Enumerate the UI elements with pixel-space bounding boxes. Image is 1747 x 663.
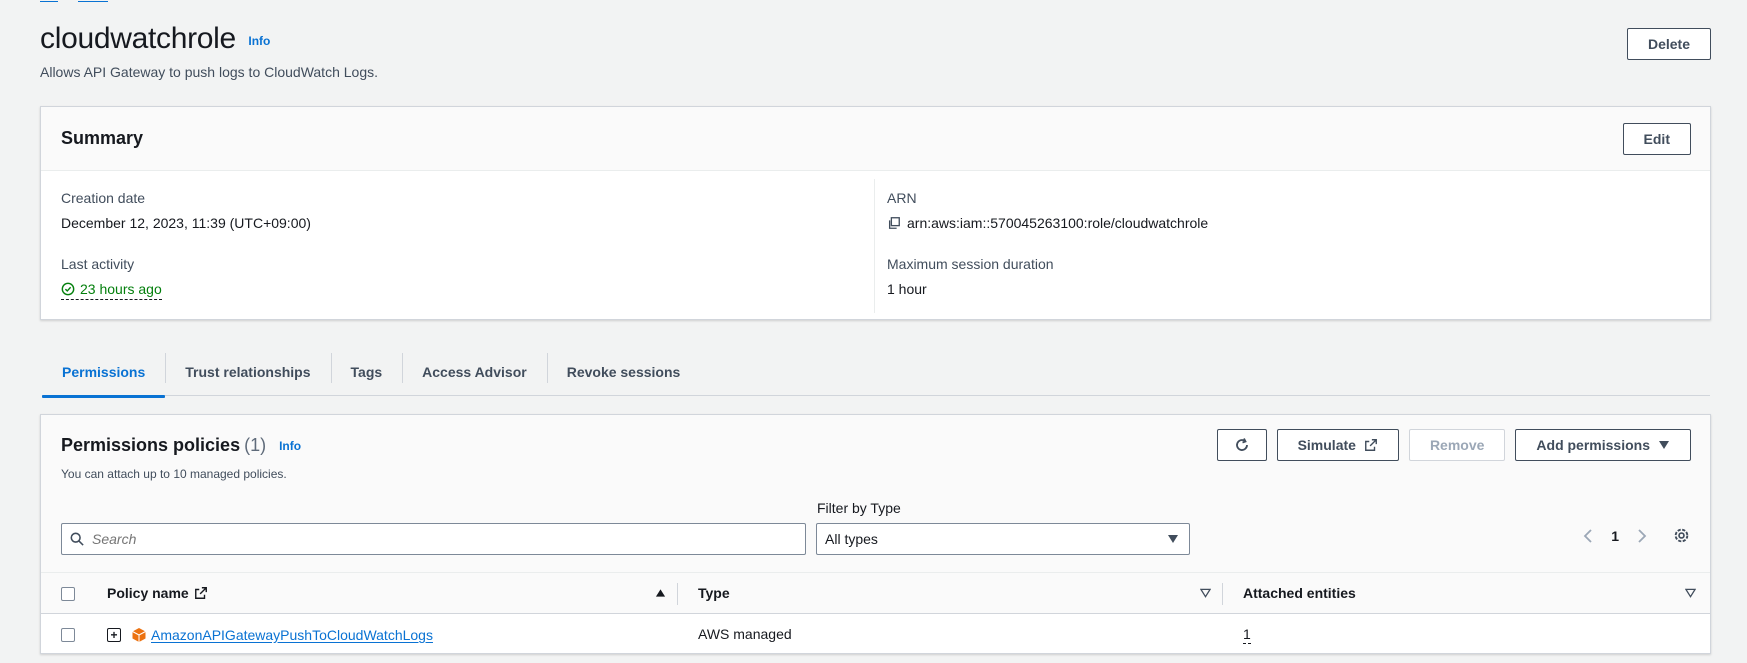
page-title: cloudwatchrole <box>40 22 236 55</box>
chevron-left-icon[interactable] <box>1583 528 1593 543</box>
sort-icon[interactable] <box>1200 588 1211 598</box>
last-activity-value: 23 hours ago <box>80 281 162 297</box>
select-all-checkbox[interactable] <box>61 587 75 602</box>
last-activity-row: 23 hours ago <box>61 281 162 300</box>
expand-row-icon[interactable]: + <box>107 627 121 642</box>
copy-icon[interactable] <box>887 216 901 230</box>
gear-icon[interactable] <box>1673 527 1690 544</box>
breadcrumb-link-cut[interactable] <box>40 1 58 2</box>
column-attached-entities[interactable]: Attached entities <box>1223 572 1710 614</box>
permissions-info-link[interactable]: Info <box>279 439 301 453</box>
chevron-right-icon[interactable] <box>1637 528 1647 543</box>
arn-field: ARN arn:aws:iam::570045263100:role/cloud… <box>887 190 1208 231</box>
simulate-label: Simulate <box>1297 437 1356 453</box>
summary-header: Summary Edit <box>41 107 1710 171</box>
max-session-label: Maximum session duration <box>887 256 1054 272</box>
role-description: Allows API Gateway to push logs to Cloud… <box>40 64 378 80</box>
column-type-label: Type <box>698 585 730 601</box>
last-activity-label: Last activity <box>61 256 135 272</box>
permissions-header: Permissions policies (1) Info You can att… <box>41 415 1710 572</box>
summary-right-column: ARN arn:aws:iam::570045263100:role/cloud… <box>887 171 1687 321</box>
policy-name-cell: + AmazonAPIGatewayPushToCloudWatchLogs <box>107 614 678 655</box>
title-info-link[interactable]: Info <box>248 34 270 48</box>
column-policy-name-label: Policy name <box>107 585 189 601</box>
table-header-row: Policy name Type Attached entities <box>41 572 1710 614</box>
delete-button[interactable]: Delete <box>1626 28 1711 60</box>
column-attached-label: Attached entities <box>1243 585 1356 601</box>
max-session-value: 1 hour <box>887 281 927 297</box>
type-filter-select[interactable]: All types <box>816 523 1190 555</box>
page-number[interactable]: 1 <box>1611 528 1619 544</box>
last-activity-status[interactable]: 23 hours ago <box>61 281 162 300</box>
external-link-icon <box>194 587 207 599</box>
summary-divider <box>874 179 875 313</box>
type-filter-value: All types <box>825 531 878 547</box>
arn-label: ARN <box>887 190 917 206</box>
summary-heading: Summary <box>61 128 144 148</box>
refresh-icon <box>1235 438 1248 451</box>
permissions-policies-container: Permissions policies (1) Info You can att… <box>40 414 1711 654</box>
tab-permissions[interactable]: Permissions <box>42 348 166 398</box>
arn-value: arn:aws:iam::570045263100:role/cloudwatc… <box>907 215 1209 231</box>
summary-left-column: Creation date December 12, 2023, 11:39 (… <box>61 171 861 321</box>
summary-body: Creation date December 12, 2023, 11:39 (… <box>41 171 1710 321</box>
policy-search[interactable] <box>61 523 806 555</box>
permissions-description: You can attach up to 10 managed policies… <box>61 467 287 481</box>
page-header: cloudwatchrole Info Allows API Gateway t… <box>40 22 1710 92</box>
creation-date-field: Creation date December 12, 2023, 11:39 (… <box>61 190 311 231</box>
arn-row: arn:aws:iam::570045263100:role/cloudwatc… <box>887 215 1208 231</box>
permissions-title: Permissions policies <box>61 435 241 455</box>
column-type[interactable]: Type <box>678 572 1223 614</box>
tab-tags[interactable]: Tags <box>330 348 403 396</box>
creation-date-value: December 12, 2023, 11:39 (UTC+09:00) <box>61 215 311 231</box>
breadcrumb <box>40 0 108 4</box>
permissions-actions: Simulate Remove Add permissions <box>1216 429 1691 461</box>
column-policy-name[interactable]: Policy name <box>107 572 678 614</box>
caret-down-icon <box>1168 535 1178 543</box>
role-tabs: Permissions Trust relationships Tags Acc… <box>42 348 1710 398</box>
tab-access-advisor[interactable]: Access Advisor <box>402 348 547 396</box>
permissions-title-row: Permissions policies (1) Info <box>61 435 301 456</box>
permissions-count: (1) <box>244 435 267 455</box>
tab-trust-relationships[interactable]: Trust relationships <box>165 348 330 396</box>
caret-down-icon <box>1659 441 1669 449</box>
table-row: + AmazonAPIGatewayPushToCloudWatchLogs A… <box>41 614 1710 655</box>
summary-container: Summary Edit Creation date December 12, … <box>40 106 1711 320</box>
max-session-field: Maximum session duration 1 hour <box>887 256 1054 297</box>
check-circle-icon <box>61 282 75 296</box>
sort-ascending-icon[interactable] <box>655 588 666 598</box>
policies-table: Policy name Type Attached entities + Ama… <box>41 572 1710 655</box>
sort-icon[interactable] <box>1685 588 1696 598</box>
attached-entities-cell: 1 <box>1223 614 1710 655</box>
add-permissions-label: Add permissions <box>1536 437 1650 453</box>
tab-revoke-sessions[interactable]: Revoke sessions <box>546 348 701 396</box>
attached-entities-link[interactable]: 1 <box>1243 626 1251 645</box>
search-icon <box>70 532 84 546</box>
external-link-icon <box>1364 439 1377 451</box>
creation-date-label: Creation date <box>61 190 146 206</box>
policy-name-link[interactable]: AmazonAPIGatewayPushToCloudWatchLogs <box>151 627 433 643</box>
row-checkbox[interactable] <box>61 628 75 643</box>
edit-button[interactable]: Edit <box>1622 123 1691 155</box>
last-activity-field: Last activity 23 hours ago <box>61 256 162 300</box>
pagination: 1 <box>1583 527 1690 544</box>
simulate-button[interactable]: Simulate <box>1276 429 1399 461</box>
breadcrumb-link-cut[interactable] <box>78 1 108 2</box>
aws-managed-policy-icon <box>132 627 146 642</box>
remove-button[interactable]: Remove <box>1408 429 1506 461</box>
search-input[interactable] <box>92 531 772 547</box>
policy-type-cell: AWS managed <box>698 626 792 643</box>
add-permissions-button[interactable]: Add permissions <box>1515 429 1691 461</box>
refresh-button[interactable] <box>1216 429 1267 461</box>
select-all-cell <box>41 572 107 614</box>
filter-by-type-label: Filter by Type <box>817 500 901 516</box>
row-select-cell <box>41 614 107 655</box>
